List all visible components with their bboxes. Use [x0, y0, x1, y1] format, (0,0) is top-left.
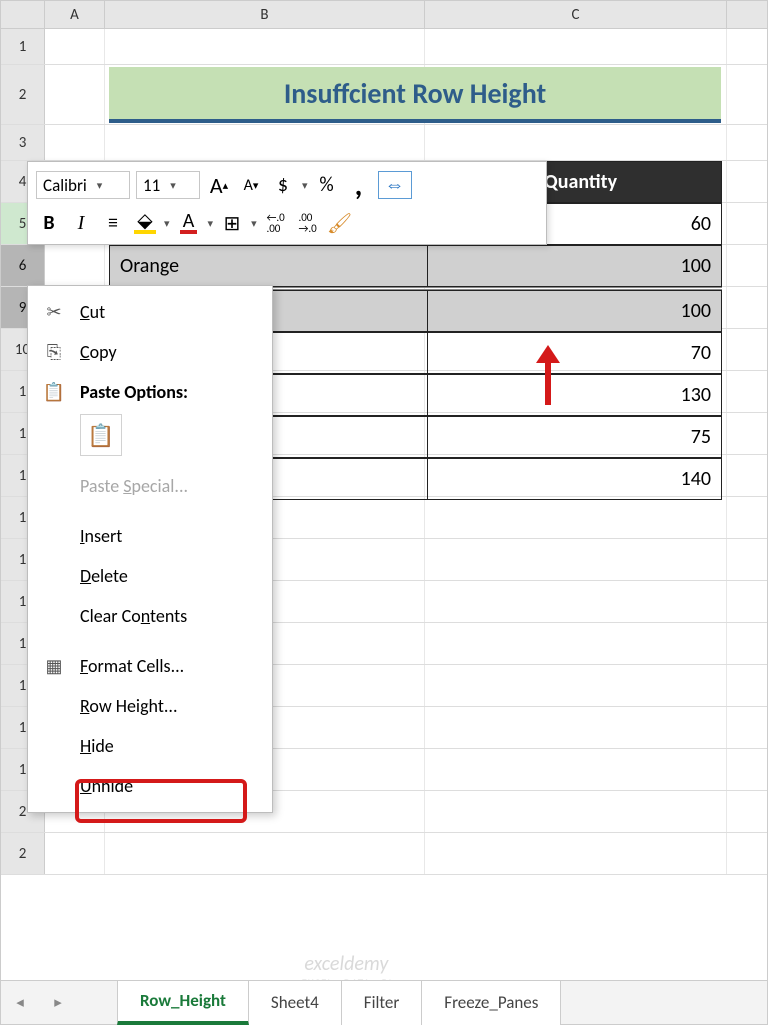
- chevron-down-icon[interactable]: ▾: [251, 217, 257, 230]
- menu-format-cells[interactable]: ▦ Format Cells...: [28, 646, 272, 686]
- paste-button[interactable]: 📋: [80, 414, 122, 456]
- cell[interactable]: 130: [428, 374, 722, 416]
- row-header[interactable]: 2: [1, 65, 45, 124]
- select-all-corner[interactable]: [1, 1, 45, 28]
- font-name-value: Calibri: [43, 175, 87, 196]
- cell[interactable]: Orange: [109, 245, 428, 287]
- shrink-font-button[interactable]: A▾: [238, 171, 264, 199]
- row-header-selected[interactable]: 6: [1, 245, 45, 286]
- scissors-icon: ✂: [42, 301, 66, 323]
- fill-icon: ⬙: [134, 212, 155, 234]
- font-name-select[interactable]: Calibri ▾: [36, 171, 130, 199]
- col-header-a[interactable]: A: [45, 1, 105, 28]
- chevron-down-icon: ▾: [170, 179, 176, 192]
- sheet-tab[interactable]: Freeze_Panes: [422, 981, 561, 1025]
- clipboard-icon: 📋: [42, 381, 66, 403]
- menu-insert[interactable]: Insert: [28, 516, 272, 556]
- page-title: Insuffcient Row Height: [109, 67, 721, 123]
- chevron-down-icon[interactable]: ▾: [208, 217, 214, 230]
- grow-font-button[interactable]: A▴: [206, 171, 232, 199]
- col-header-b[interactable]: B: [105, 1, 425, 28]
- copy-icon: ⎘: [42, 341, 66, 363]
- row-header[interactable]: 3: [1, 125, 45, 160]
- cell[interactable]: 70: [428, 332, 722, 374]
- cell[interactable]: 100: [428, 245, 722, 287]
- sheet-tab-bar: ◂ ▸ Row_Height Sheet4 Filter Freeze_Pane…: [1, 980, 767, 1024]
- italic-button[interactable]: I: [68, 209, 94, 237]
- menu-paste-options: 📋 Paste Options:: [28, 372, 272, 412]
- sheet-tab[interactable]: Sheet4: [249, 981, 342, 1025]
- comma-style-button[interactable]: ,: [346, 171, 372, 199]
- font-size-value: 11: [143, 175, 160, 196]
- increase-decimal-button[interactable]: ←.0 .00: [263, 209, 289, 237]
- menu-row-height[interactable]: Row Height...: [28, 686, 272, 726]
- menu-hide[interactable]: Hide: [28, 726, 272, 766]
- border-button[interactable]: ⊞: [219, 209, 245, 237]
- mini-toolbar: Calibri ▾ 11 ▾ A▴ A▾ $ ▾ % , ⇔ B I ≡ ⬙ ▾…: [27, 161, 547, 245]
- menu-delete[interactable]: Delete: [28, 556, 272, 596]
- font-color-icon: A: [180, 212, 198, 234]
- merge-button[interactable]: ⇔: [378, 171, 412, 199]
- sheet-tab-active[interactable]: Row_Height: [117, 981, 249, 1025]
- format-cells-icon: ▦: [42, 655, 66, 677]
- chevron-down-icon[interactable]: ▾: [164, 217, 170, 230]
- menu-cut[interactable]: ✂ CCutut: [28, 292, 272, 332]
- column-header-row: A B C: [1, 1, 767, 29]
- currency-button[interactable]: $: [270, 171, 296, 199]
- menu-copy[interactable]: ⎘ Copy: [28, 332, 272, 372]
- tab-nav-first[interactable]: ◂: [1, 993, 39, 1012]
- cell[interactable]: 75: [428, 416, 722, 458]
- table-row-selected[interactable]: Orange 100: [109, 245, 722, 287]
- chevron-down-icon: ▾: [97, 179, 103, 192]
- row-header[interactable]: 2: [1, 833, 45, 874]
- menu-unhide[interactable]: Unhide: [28, 766, 272, 806]
- percent-button[interactable]: %: [314, 171, 340, 199]
- font-size-select[interactable]: 11 ▾: [136, 171, 200, 199]
- font-color-button[interactable]: A: [176, 209, 202, 237]
- menu-clear-contents[interactable]: Clear Contents: [28, 596, 272, 636]
- cell[interactable]: 140: [428, 458, 722, 500]
- col-header-c[interactable]: C: [425, 1, 727, 28]
- cell[interactable]: 100: [428, 290, 722, 332]
- chevron-down-icon[interactable]: ▾: [302, 179, 308, 192]
- tab-nav-next[interactable]: ▸: [39, 993, 77, 1012]
- decrease-decimal-button[interactable]: .00 →.0: [295, 209, 321, 237]
- align-button[interactable]: ≡: [100, 209, 126, 237]
- annotation-arrow: [537, 345, 559, 405]
- row-header[interactable]: 1: [1, 29, 45, 64]
- format-painter-button[interactable]: 🖌: [327, 209, 353, 237]
- bold-button[interactable]: B: [36, 209, 62, 237]
- menu-paste-special: Paste Special...: [28, 466, 272, 506]
- fill-color-button[interactable]: ⬙: [132, 209, 158, 237]
- sheet-tab[interactable]: Filter: [342, 981, 423, 1025]
- paste-option-row: 📋: [28, 412, 272, 466]
- context-menu: ✂ CCutut ⎘ Copy 📋 Paste Options: 📋 Paste…: [27, 285, 273, 813]
